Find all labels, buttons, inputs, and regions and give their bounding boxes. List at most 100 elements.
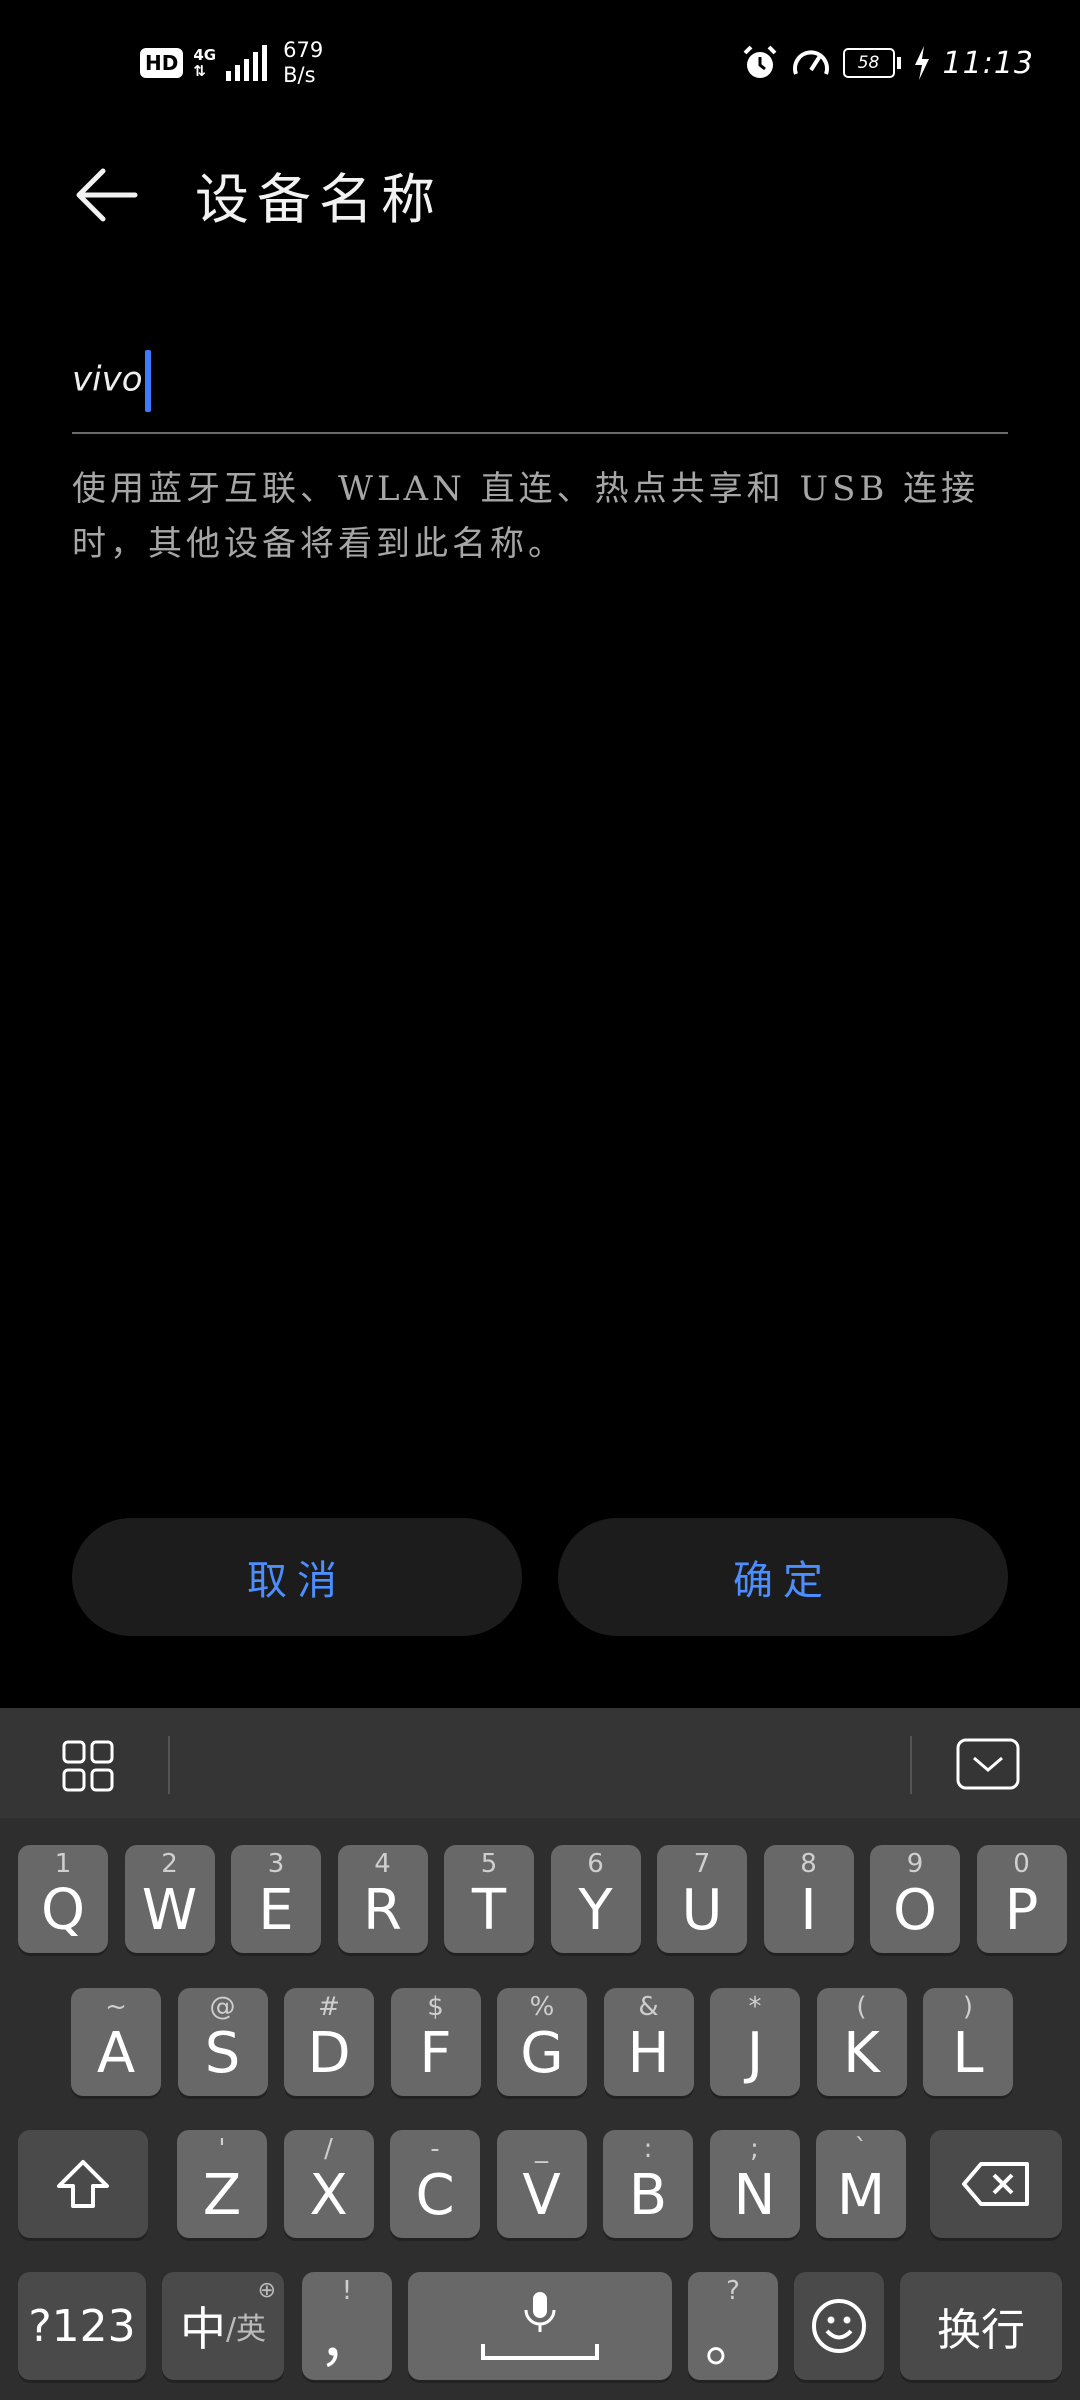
symbols-key-label: ?123	[28, 2300, 136, 2352]
speedometer-icon	[792, 50, 829, 75]
key-w-label: W	[141, 1877, 198, 1943]
key-k-secondary: (	[856, 1992, 867, 2022]
key-s-label: S	[204, 2020, 241, 2086]
key-l-label: L	[952, 2020, 984, 2086]
space-key[interactable]	[408, 2272, 672, 2380]
key-y[interactable]: 6Y	[550, 1845, 641, 1953]
key-m[interactable]: ` M	[816, 2130, 906, 2238]
key-j[interactable]: * J	[710, 1988, 800, 2096]
comma-key[interactable]: !，	[302, 2272, 392, 2380]
device-name-input[interactable]: vivo	[72, 320, 1008, 434]
enter-key[interactable]: 换行	[900, 2272, 1062, 2380]
back-arrow-icon	[76, 168, 138, 222]
comma-key-secondary: !	[341, 2276, 353, 2306]
language-alt-label: /英	[225, 2312, 267, 2347]
device-name-value-wrap: vivo	[72, 350, 151, 412]
key-q-label: Q	[40, 1877, 86, 1943]
key-h-label: H	[627, 2020, 670, 2086]
key-x[interactable]: / X	[283, 2130, 374, 2238]
key-g[interactable]: % G	[497, 1988, 587, 2096]
key-a-label: A	[96, 2020, 136, 2086]
key-j-label: J	[746, 2020, 764, 2086]
key-f[interactable]: $ F	[390, 1988, 481, 2096]
key-n[interactable]: ; N	[709, 2130, 800, 2238]
device-name-value: vivo	[72, 359, 143, 400]
key-p-label: P	[1004, 1877, 1039, 1943]
key-q-secondary: 1	[54, 1849, 72, 1879]
key-s[interactable]: @ S	[177, 1988, 268, 2096]
language-switch-key[interactable]: ⊕ 中/英	[162, 2272, 284, 2380]
key-y-secondary: 6	[587, 1849, 604, 1879]
key-w[interactable]: 2W	[124, 1845, 215, 1953]
key-p[interactable]: 0P	[976, 1845, 1067, 1953]
network-speed: 679 B/s	[283, 38, 323, 88]
key-b-secondary: :	[643, 2134, 653, 2164]
key-a[interactable]: ~ A	[71, 1988, 161, 2096]
enter-key-label: 换行	[937, 2305, 1025, 2356]
key-i-secondary: 8	[800, 1849, 817, 1879]
emoji-icon	[812, 2299, 866, 2353]
key-b[interactable]: :B	[603, 2130, 693, 2238]
key-h[interactable]: & H	[603, 1988, 694, 2096]
key-t-secondary: 5	[480, 1849, 498, 1879]
key-g-secondary: %	[529, 1992, 555, 2022]
key-r-label: R	[363, 1877, 402, 1943]
key-h-secondary: &	[638, 1992, 659, 2022]
key-o-label: O	[892, 1877, 938, 1943]
globe-icon: ⊕	[257, 2278, 276, 2303]
key-e[interactable]: 3E	[231, 1845, 321, 1953]
battery-icon: 58	[842, 48, 901, 78]
key-u-secondary: 7	[693, 1849, 711, 1879]
key-u[interactable]: 7U	[657, 1845, 747, 1953]
key-q[interactable]: 1Q	[18, 1845, 108, 1953]
key-z-label: Z	[202, 2162, 242, 2228]
key-z[interactable]: ' Z	[177, 2130, 267, 2238]
shift-key[interactable]	[18, 2130, 148, 2238]
keyboard-menu-grid-icon[interactable]	[62, 1740, 114, 1792]
key-t[interactable]: 5T	[444, 1845, 534, 1953]
key-u-label: U	[681, 1877, 723, 1943]
backspace-icon	[962, 2162, 1029, 2206]
symbols-key[interactable]: ?123	[18, 2272, 146, 2380]
clock: 11:13	[942, 45, 1034, 81]
key-e-secondary: 3	[267, 1849, 285, 1879]
key-v[interactable]: _ V	[496, 2130, 587, 2238]
key-c[interactable]: -C	[390, 2130, 480, 2238]
key-v-label: V	[522, 2162, 561, 2228]
key-w-secondary: 2	[161, 1849, 178, 1879]
language-main-label: 中	[179, 2302, 226, 2356]
confirm-button[interactable]: 确定	[558, 1518, 1008, 1636]
shift-icon	[57, 2160, 109, 2208]
network-type-label: 4G	[193, 46, 217, 64]
key-r[interactable]: 4R	[337, 1845, 428, 1953]
emoji-key[interactable]	[794, 2272, 884, 2380]
key-d-label: D	[307, 2020, 351, 2086]
cancel-button[interactable]: 取消	[72, 1518, 522, 1636]
key-p-secondary: 0	[1013, 1849, 1030, 1879]
key-b-label: B	[628, 2162, 668, 2228]
key-j-secondary: *	[748, 1992, 762, 2022]
page-title: 设备名称	[195, 168, 443, 231]
network-speed-unit: B/s	[283, 63, 316, 87]
key-k[interactable]: (K	[816, 1988, 907, 2096]
back-button[interactable]	[62, 150, 152, 240]
key-c-secondary: -	[430, 2134, 440, 2164]
key-i[interactable]: 8I	[763, 1845, 854, 1953]
status-bar: HD 4G ⇅ 679 B/s 58 11:13	[0, 0, 1080, 130]
soft-keyboard: 1 Q 2 W 3 E 4 R 5 T 6 Y 7 U 8 I 9 O 0 P ~ A @ S # D $ F% G & H * J(K) L ' Z…	[0, 1708, 1080, 2400]
key-f-secondary: $	[427, 1992, 444, 2022]
toolbar-divider	[910, 1736, 912, 1794]
comma-key-label: ，	[319, 2309, 375, 2375]
key-l-secondary: )	[962, 1992, 974, 2022]
key-n-secondary: ;	[750, 2134, 759, 2164]
key-o[interactable]: 9O	[870, 1845, 960, 1953]
key-d[interactable]: # D	[284, 1988, 374, 2096]
backspace-key[interactable]	[930, 2130, 1062, 2238]
battery-level: 58	[842, 48, 895, 78]
status-right: 58 11:13	[741, 44, 1034, 82]
hide-keyboard-icon[interactable]	[956, 1738, 1020, 1790]
period-key[interactable]: ?。	[688, 2272, 778, 2380]
period-key-label: 。	[705, 2309, 761, 2375]
key-l[interactable]: ) L	[923, 1988, 1013, 2096]
key-t-label: T	[471, 1877, 507, 1943]
